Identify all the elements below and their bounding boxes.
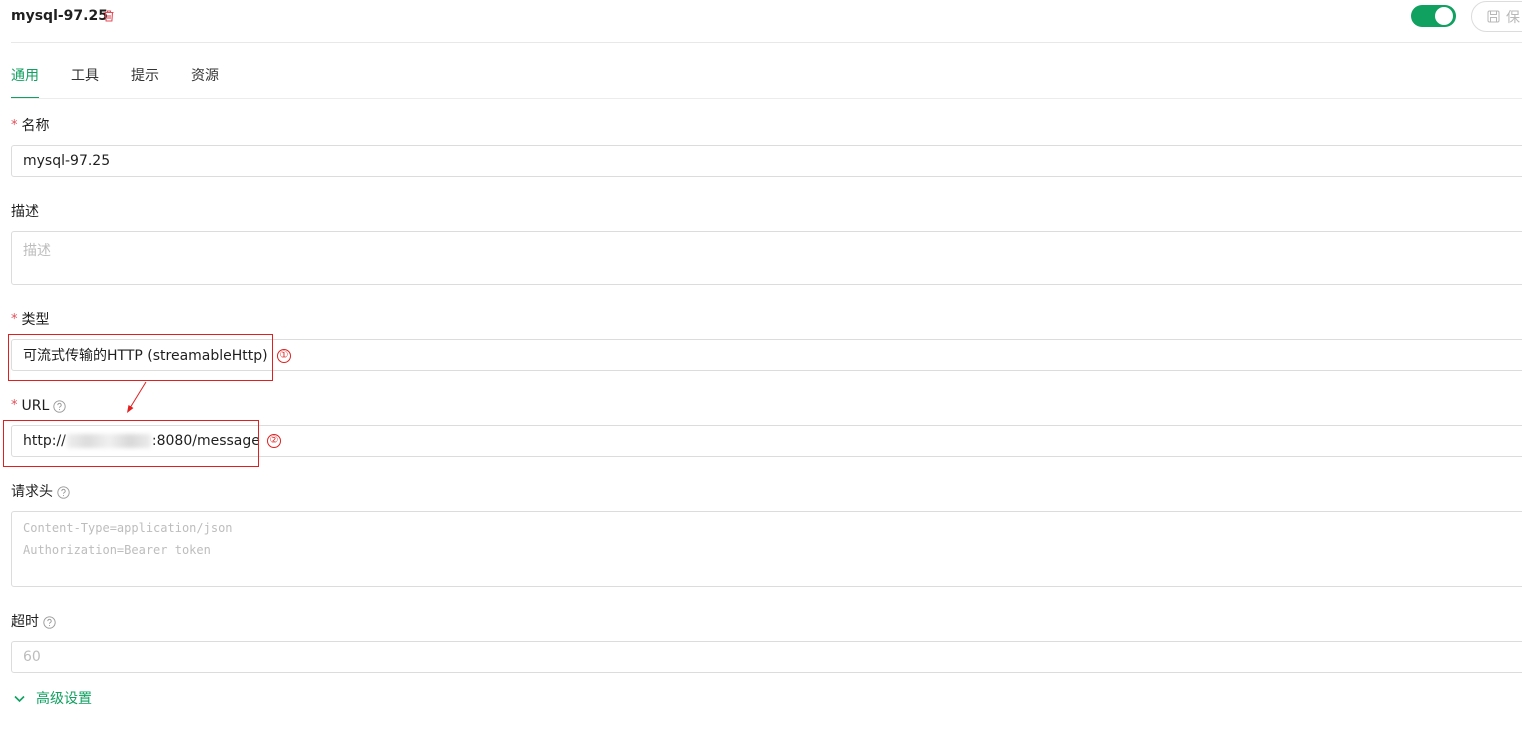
- server-title: mysql-97.25: [11, 8, 108, 24]
- type-label: * 类型: [11, 311, 50, 329]
- timeout-label-text: 超时: [11, 614, 39, 630]
- mcp-server-config-page: mysql-97.25 保 通用 工具 提示 资源 * 名称 mysql-97.…: [0, 0, 1522, 735]
- tabs-divider: [11, 98, 1522, 99]
- tab-prompts[interactable]: 提示: [131, 66, 159, 99]
- advanced-settings-label: 高级设置: [36, 691, 92, 707]
- headers-label: 请求头: [11, 483, 70, 501]
- name-input[interactable]: mysql-97.25: [11, 145, 1522, 177]
- url-label-text: URL: [21, 398, 50, 414]
- timeout-input[interactable]: 60: [11, 641, 1522, 673]
- headers-placeholder-line: Content-Type=application/json: [23, 521, 233, 535]
- chevron-down-icon: [14, 695, 25, 702]
- type-label-text: 类型: [21, 312, 50, 328]
- advanced-settings-toggle[interactable]: 高级设置: [13, 688, 92, 708]
- annotation-number: ②: [267, 434, 281, 448]
- toggle-knob: [1435, 7, 1453, 25]
- name-label: * 名称: [11, 117, 50, 135]
- timeout-label: 超时: [11, 613, 56, 631]
- help-icon[interactable]: [53, 399, 66, 413]
- name-value: mysql-97.25: [23, 153, 111, 169]
- name-label-text: 名称: [21, 118, 50, 134]
- help-icon[interactable]: [43, 615, 56, 629]
- required-mark: *: [11, 312, 18, 327]
- help-icon[interactable]: [57, 485, 70, 499]
- headers-placeholder-line: Authorization=Bearer token: [23, 543, 211, 557]
- tab-general[interactable]: 通用: [11, 66, 39, 99]
- save-icon: [1487, 10, 1500, 23]
- save-label: 保: [1506, 9, 1520, 26]
- description-label: 描述: [11, 203, 39, 221]
- tab-tools[interactable]: 工具: [71, 66, 99, 99]
- timeout-placeholder: 60: [23, 649, 41, 665]
- description-label-text: 描述: [11, 204, 39, 220]
- tab-resources[interactable]: 资源: [191, 66, 219, 99]
- tab-bar: 通用 工具 提示 资源: [11, 66, 219, 99]
- required-mark: *: [11, 398, 18, 413]
- annotation-box-url: [3, 420, 259, 467]
- annotation-arrow-icon: [127, 381, 147, 413]
- trash-icon[interactable]: [102, 9, 116, 23]
- headers-label-text: 请求头: [11, 484, 53, 500]
- enable-toggle[interactable]: [1411, 5, 1456, 27]
- required-mark: *: [11, 118, 18, 133]
- description-textarea[interactable]: 描述: [11, 231, 1522, 285]
- url-label: * URL: [11, 397, 66, 415]
- annotation-box-type: [8, 334, 273, 381]
- save-button[interactable]: 保: [1471, 1, 1522, 32]
- headers-textarea[interactable]: Content-Type=application/json Authorizat…: [11, 511, 1522, 587]
- header-divider: [11, 42, 1522, 43]
- description-placeholder: 描述: [23, 243, 51, 259]
- annotation-number: ①: [277, 349, 291, 363]
